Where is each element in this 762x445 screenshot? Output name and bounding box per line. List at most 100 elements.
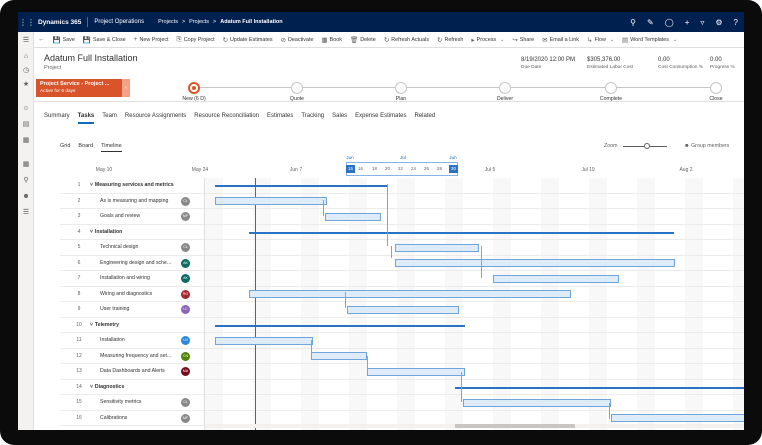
save-close-button[interactable]: 💾 Save & Close [83, 36, 126, 44]
header-field-progress[interactable]: 0.00 Progress % [710, 57, 735, 70]
list-icon[interactable]: ☰ [21, 208, 31, 218]
task-name[interactable]: User training [100, 306, 129, 312]
refresh-button[interactable]: ↻ Refresh [437, 36, 463, 44]
email-link-button[interactable]: ✉ Email a Link [542, 36, 579, 44]
timeline-day[interactable]: 16 [356, 165, 365, 173]
chevron-down-icon[interactable]: ˅ [90, 384, 93, 390]
view-timeline[interactable]: Timeline [101, 143, 122, 152]
timeline-day[interactable]: 28 [435, 165, 444, 173]
breadcrumb-item[interactable]: Projects [189, 19, 209, 25]
task-name[interactable]: Installation [100, 337, 125, 343]
search-records-icon[interactable]: ⚲ [21, 176, 31, 186]
people-icon[interactable]: ☺ [21, 104, 31, 114]
chevron-down-icon[interactable]: ˅ [90, 182, 93, 188]
help-icon[interactable]: ? [734, 18, 738, 27]
tab-team[interactable]: Team [102, 113, 117, 124]
timeline-day[interactable]: 22 [396, 165, 405, 173]
header-field-cost-consumption[interactable]: 0.00 Cost Consumption % [658, 57, 703, 70]
task-bar[interactable] [611, 414, 744, 422]
timeline-day[interactable]: 26 [422, 165, 431, 173]
tab-related[interactable]: Related [415, 113, 436, 124]
avatar[interactable]: MF [181, 413, 190, 423]
pinned-icon[interactable]: ★ [21, 80, 31, 90]
menu-icon[interactable]: ☰ [21, 36, 31, 46]
task-bar[interactable] [215, 197, 327, 205]
header-field-due-date[interactable]: 8/19/2020 12:00 PM Due Date [521, 57, 575, 70]
task-name[interactable]: Sensitivity metrics [100, 399, 142, 405]
delete-button[interactable]: 🗑 Delete [350, 36, 376, 44]
zoom-slider-handle[interactable] [644, 143, 650, 149]
search-icon[interactable]: ⚲ [630, 18, 636, 27]
chevron-down-icon[interactable]: ˅ [90, 322, 93, 328]
lightbulb-icon[interactable]: ◯ [665, 18, 674, 27]
avatar[interactable]: LN [181, 336, 190, 345]
task-bar[interactable] [367, 367, 465, 376]
task-bar[interactable] [463, 398, 611, 407]
task-flow-icon[interactable]: ✎ [647, 18, 654, 27]
task-name[interactable]: Data Dashboards and Alerts [100, 368, 165, 374]
task-name[interactable]: ˅ Measuring services and metrics [90, 182, 174, 188]
task-name[interactable]: Calibrations [100, 415, 127, 421]
avatar[interactable]: LC [181, 305, 190, 314]
avatar[interactable]: MA [181, 367, 190, 376]
breadcrumb-item[interactable]: Projects [158, 19, 178, 25]
avatar[interactable]: CL [181, 398, 190, 407]
bpf-active-process[interactable]: Project Service - Project ... Active for… [36, 79, 122, 97]
task-bar[interactable] [395, 259, 675, 267]
avatar[interactable]: CN [181, 351, 190, 361]
chevron-left-icon[interactable]: ‹ [122, 79, 130, 97]
flow-button[interactable]: ↳ Flow ⌄ [587, 36, 614, 44]
task-name[interactable]: Goals and review [100, 213, 140, 219]
timeline-day[interactable]: 20 [383, 165, 392, 173]
new-project-button[interactable]: + New Project [134, 36, 169, 43]
tab-summary[interactable]: Summary [44, 113, 70, 124]
app-name[interactable]: Project Operations [94, 19, 144, 25]
save-button[interactable]: 💾 Save [53, 36, 75, 44]
header-field-labor-cost[interactable]: $305,376.00 Estimated Labor Cost [587, 57, 633, 70]
users-icon[interactable]: ☻ [21, 192, 31, 202]
summary-bar[interactable] [249, 231, 674, 234]
timeline-day[interactable]: 18 [370, 165, 379, 173]
task-bar[interactable] [325, 212, 381, 221]
word-templates-button[interactable]: ▤ Word Templates ⌄ [622, 36, 677, 44]
task-name[interactable]: As is measuring and mapping [100, 198, 168, 204]
horizontal-scrollbar-thumb[interactable] [455, 424, 575, 428]
task-name[interactable]: Measuring frequency and set... [100, 353, 171, 359]
summary-bar[interactable] [215, 324, 465, 327]
document-icon[interactable]: ▤ [21, 120, 31, 130]
home-icon[interactable]: ⌂ [21, 52, 31, 62]
copy-project-button[interactable]: ⎘ Copy Project [177, 36, 215, 44]
task-bar[interactable] [347, 305, 459, 314]
task-bar[interactable] [493, 274, 619, 283]
horizontal-scrollbar[interactable] [205, 424, 744, 428]
share-button[interactable]: ↪ Share [512, 36, 534, 44]
task-bar[interactable] [395, 243, 479, 252]
recent-icon[interactable]: ◷ [21, 66, 31, 76]
refresh-actuals-button[interactable]: ↻ Refresh Actuals [384, 36, 429, 44]
task-bar[interactable] [249, 290, 571, 298]
tab-expense-estimates[interactable]: Expense Estimates [355, 113, 406, 124]
view-board[interactable]: Board [78, 143, 93, 152]
avatar[interactable]: RG [181, 289, 190, 299]
task-bar[interactable] [311, 352, 367, 360]
bpf-stage-complete[interactable] [605, 82, 617, 94]
task-name[interactable]: ˅ Diagnostics [90, 384, 124, 390]
process-button[interactable]: ▸ Process ⌄ [471, 36, 504, 44]
book-button[interactable]: ▦ Book [322, 36, 342, 44]
new-icon[interactable]: + [685, 18, 690, 27]
task-name[interactable]: ˅ Installation [90, 229, 122, 235]
summary-bar[interactable] [455, 386, 744, 389]
tab-tracking[interactable]: Tracking [301, 113, 324, 124]
bpf-stage-quote[interactable] [291, 82, 303, 94]
back-button[interactable]: ← [38, 36, 45, 43]
avatar[interactable]: AK [181, 258, 190, 268]
avatar[interactable]: CL [181, 243, 190, 252]
timeline-day[interactable]: 15 [346, 165, 355, 173]
bpf-stage-new[interactable] [188, 82, 200, 94]
task-name[interactable]: Technical design [100, 244, 138, 250]
task-bar[interactable] [215, 336, 313, 345]
bpf-stage-deliver[interactable] [499, 82, 511, 94]
view-grid[interactable]: Grid [60, 143, 70, 152]
group-members-button[interactable]: ☻ Group members [684, 143, 729, 149]
brand-name[interactable]: Dynamics 365 [38, 19, 81, 26]
